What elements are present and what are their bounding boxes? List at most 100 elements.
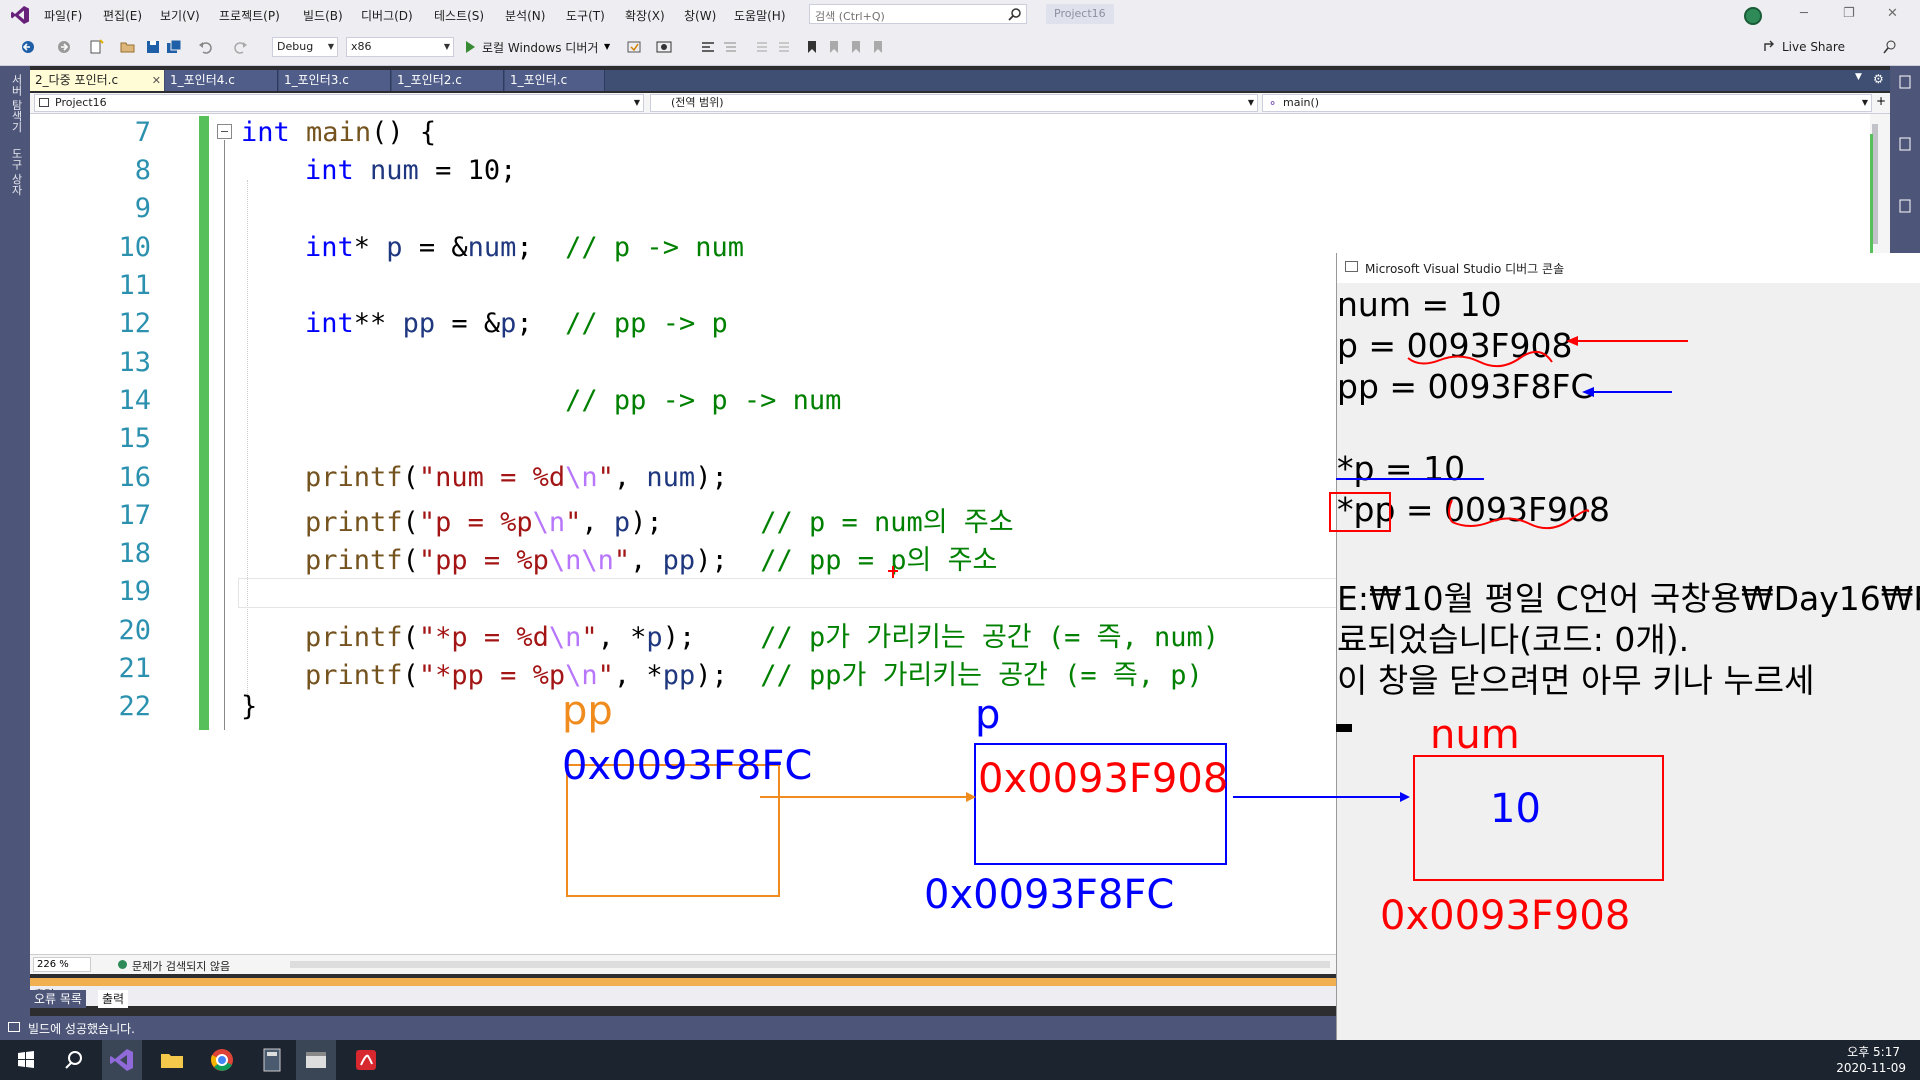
visual-studio-icon[interactable] bbox=[108, 1046, 136, 1074]
live-share-button[interactable]: Live Share bbox=[1782, 40, 1845, 54]
bookmark-icon[interactable] bbox=[804, 39, 820, 55]
tab-pointer4[interactable]: 1_포인터4.c bbox=[165, 70, 278, 91]
server-explorer-tab[interactable]: 서버 탐색기 bbox=[8, 74, 24, 133]
tab-pointer3[interactable]: 1_포인터3.c bbox=[279, 70, 391, 91]
platform-select[interactable]: x86 ▼ bbox=[346, 37, 454, 57]
current-line-highlight bbox=[238, 578, 1338, 608]
forward-icon[interactable] bbox=[56, 39, 72, 55]
redo-icon[interactable] bbox=[232, 39, 248, 55]
windows-start-icon[interactable] bbox=[12, 1046, 40, 1074]
line-number: 14 bbox=[118, 385, 151, 416]
tab-list-icon[interactable]: ▼ bbox=[1855, 72, 1862, 82]
navigation-bar: Project16 ▼ (전역 범위) ▼ ⚬ main() ▼ + bbox=[30, 93, 1890, 114]
tab-pointer[interactable]: 1_포인터.c bbox=[505, 70, 605, 91]
menu-project[interactable]: 프로젝트(P) bbox=[219, 7, 280, 24]
p-label: p bbox=[975, 692, 1001, 738]
console-titlebar[interactable]: Microsoft Visual Studio 디버그 콘솔 bbox=[1337, 253, 1920, 283]
process-icon[interactable] bbox=[626, 39, 642, 55]
function-dropdown[interactable]: ⚬ main() ▼ bbox=[1262, 94, 1872, 112]
close-icon[interactable]: ✕ bbox=[152, 70, 161, 91]
chevron-down-icon[interactable]: ▼ bbox=[604, 42, 610, 51]
console-line: 이 창을 닫으려면 아무 키나 누르세 bbox=[1337, 661, 1815, 700]
step-icon[interactable] bbox=[700, 39, 716, 55]
format-icon[interactable] bbox=[722, 39, 738, 55]
function-icon: ⚬ bbox=[1268, 97, 1278, 110]
search-icon[interactable] bbox=[60, 1046, 88, 1074]
menu-tools[interactable]: 도구(T) bbox=[566, 7, 605, 24]
play-icon[interactable] bbox=[466, 41, 475, 53]
issues-status[interactable]: 문제가 검색되지 않음 bbox=[132, 958, 230, 974]
live-share-icon[interactable] bbox=[1762, 39, 1778, 55]
profile-icon[interactable] bbox=[1744, 7, 1762, 25]
start-debugging-button[interactable]: 로컬 Windows 디버거 bbox=[482, 39, 598, 56]
line-number: 10 bbox=[118, 232, 151, 263]
comment-icon[interactable] bbox=[754, 39, 770, 55]
function-name: main() bbox=[1283, 96, 1320, 109]
feedback-icon[interactable] bbox=[1882, 39, 1898, 55]
toolbar: Debug ▼ x86 ▼ 로컬 Windows 디버거 ▼ Live Share bbox=[0, 30, 1920, 66]
horizontal-scrollbar[interactable] bbox=[290, 961, 1330, 968]
configuration-select[interactable]: Debug ▼ bbox=[272, 37, 338, 57]
toolbox-tab[interactable]: 도구 상자 bbox=[8, 148, 24, 196]
scope-dropdown[interactable]: (전역 범위) ▼ bbox=[650, 94, 1258, 112]
console-app-icon[interactable] bbox=[302, 1046, 330, 1074]
menu-help[interactable]: 도움말(H) bbox=[734, 7, 786, 24]
solution-explorer-icon[interactable] bbox=[1897, 74, 1913, 90]
clock-time[interactable]: 오후 5:17 bbox=[1847, 1043, 1900, 1060]
console-line: *pp = 0093F908 bbox=[1337, 490, 1610, 529]
search-box[interactable]: 검색 (Ctrl+Q) bbox=[809, 4, 1027, 24]
settings-icon[interactable]: ⚙ bbox=[1873, 72, 1884, 86]
uncomment-icon[interactable] bbox=[776, 39, 792, 55]
open-file-icon[interactable] bbox=[120, 39, 136, 55]
undo-icon[interactable] bbox=[198, 39, 214, 55]
check-icon bbox=[118, 960, 127, 969]
clear-bookmarks-icon[interactable] bbox=[870, 39, 886, 55]
build-status: 빌드에 성공했습니다. bbox=[28, 1022, 135, 1036]
minimize-icon[interactable]: ─ bbox=[1800, 6, 1808, 21]
menu-build[interactable]: 빌드(B) bbox=[303, 7, 343, 24]
chrome-icon[interactable] bbox=[208, 1046, 236, 1074]
save-all-icon[interactable] bbox=[166, 39, 182, 55]
line-number: 12 bbox=[118, 308, 151, 339]
acrobat-icon[interactable] bbox=[352, 1046, 380, 1074]
menu-edit[interactable]: 편집(E) bbox=[103, 7, 142, 24]
save-icon[interactable] bbox=[145, 39, 161, 55]
clock-date[interactable]: 2020-11-09 bbox=[1836, 1061, 1906, 1075]
console-line: num = 10 bbox=[1337, 285, 1502, 324]
num-value: 10 bbox=[1490, 786, 1541, 832]
menu-window[interactable]: 창(W) bbox=[684, 7, 716, 24]
tab-label: 2_다중 포인터.c bbox=[35, 73, 119, 87]
back-icon[interactable] bbox=[20, 39, 36, 55]
outline-guide bbox=[224, 140, 225, 730]
properties-icon[interactable] bbox=[1897, 198, 1913, 214]
prev-bookmark-icon[interactable] bbox=[826, 39, 842, 55]
new-project-icon[interactable] bbox=[88, 39, 104, 55]
split-icon[interactable]: + bbox=[1876, 94, 1886, 108]
project-dropdown[interactable]: Project16 ▼ bbox=[34, 94, 644, 112]
tab-multi-pointer[interactable]: 2_다중 포인터.c ✕ bbox=[30, 70, 164, 91]
calculator-icon[interactable] bbox=[258, 1046, 286, 1074]
menu-extensions[interactable]: 확장(X) bbox=[625, 7, 665, 24]
pp-value: 0x0093F8FC bbox=[562, 743, 813, 789]
menu-view[interactable]: 보기(V) bbox=[160, 7, 200, 24]
file-explorer-icon[interactable] bbox=[158, 1046, 186, 1074]
tab-error-list[interactable]: 오류 목록 bbox=[30, 990, 86, 1008]
console-title: Microsoft Visual Studio 디버그 콘솔 bbox=[1365, 262, 1565, 276]
screenshot-icon[interactable] bbox=[656, 39, 672, 55]
class-view-icon[interactable] bbox=[1897, 136, 1913, 152]
tab-output[interactable]: 출력 bbox=[98, 990, 129, 1008]
code-line: printf("num = %d\n", num); bbox=[305, 462, 728, 493]
restore-icon[interactable]: ❐ bbox=[1843, 6, 1855, 21]
menu-test[interactable]: 테스트(S) bbox=[434, 7, 484, 24]
tab-pointer2[interactable]: 1_포인터2.c bbox=[392, 70, 504, 91]
menu-file[interactable]: 파일(F) bbox=[44, 7, 82, 24]
console-line: pp = 0093F8FC bbox=[1337, 367, 1594, 406]
menu-debug[interactable]: 디버그(D) bbox=[361, 7, 413, 24]
menu-analyze[interactable]: 분석(N) bbox=[505, 7, 545, 24]
zoom-select[interactable]: 226 % bbox=[33, 957, 91, 972]
collapse-icon[interactable] bbox=[217, 124, 232, 139]
console-line: *p = 10 bbox=[1337, 449, 1466, 488]
next-bookmark-icon[interactable] bbox=[848, 39, 864, 55]
close-icon[interactable]: ✕ bbox=[1887, 6, 1898, 21]
left-tool-strip: 서버 탐색기 도구 상자 bbox=[0, 66, 30, 1016]
